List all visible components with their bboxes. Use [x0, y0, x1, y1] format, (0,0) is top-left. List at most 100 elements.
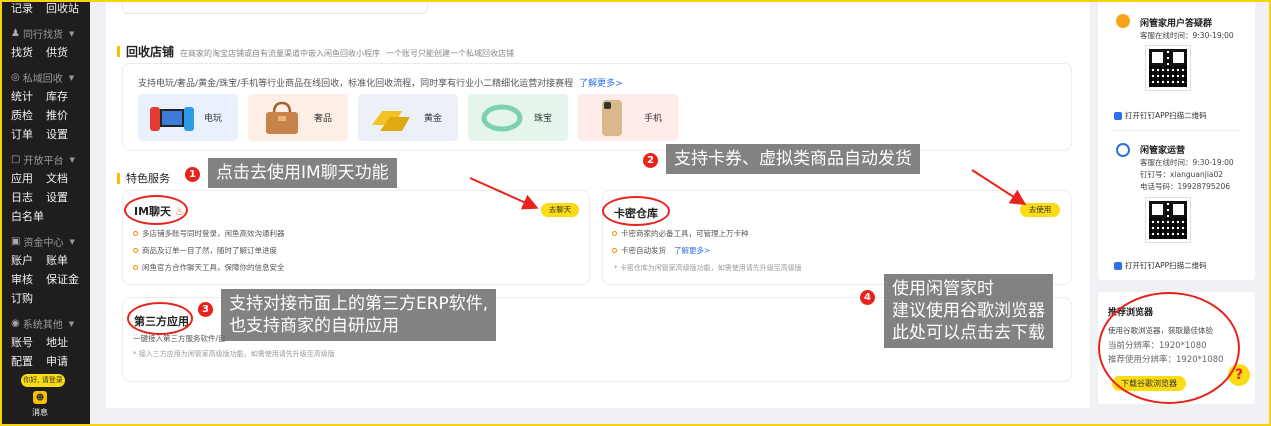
im-feature-line: 多店铺多账号同时登录，闲鱼高效沟通利器	[133, 228, 285, 239]
go-chat-button[interactable]: 去聊天	[541, 203, 579, 217]
recycle-section-subtitle: 在商家的淘宝店铺或自有流量渠道中嵌入闲鱼回收小程序	[180, 49, 381, 58]
chevron-down-icon: ▼	[68, 73, 75, 82]
category-phone[interactable]: 手机	[578, 94, 678, 141]
sidebar-section-funds[interactable]: ▣ 资金中心 ▼	[11, 234, 75, 249]
chevron-down-icon: ▼	[69, 155, 75, 164]
card-feature-line: 卡密商家的必备工具，可管理上万卡种	[612, 228, 749, 239]
category-game[interactable]: 电玩	[138, 94, 238, 141]
callout-number: 2	[643, 153, 658, 168]
sidebar-item-subscribe[interactable]: 订购	[11, 290, 33, 306]
sidebar-item-address[interactable]: 地址	[46, 334, 68, 350]
sidebar-item-stats[interactable]: 统计	[11, 88, 33, 104]
recycle-learn-more-link[interactable]: 了解更多>	[579, 79, 623, 89]
category-label: 手机	[644, 114, 663, 124]
sidebar-item-qc[interactable]: 质检	[11, 107, 33, 123]
category-label: 奢品	[314, 114, 333, 124]
highlight-ring	[602, 196, 670, 226]
features-section-header: 特色服务	[117, 170, 170, 186]
dingtalk-scan-link[interactable]: 打开钉钉APP扫描二维码	[1114, 110, 1207, 121]
support-group-title: 闲管家用户答疑群	[1140, 19, 1213, 29]
sidebar-item-recycle-bin[interactable]: 回收站	[46, 2, 79, 16]
sidebar-item-apply[interactable]: 申请	[46, 353, 68, 369]
im-feature-line: 闲鱼官方合作聊天工具，保障你的信息安全	[133, 262, 285, 273]
callout-number: 1	[185, 167, 200, 182]
login-badge[interactable]: 你好, 请登录	[21, 374, 65, 387]
operator-title: 闲管家运营	[1140, 146, 1186, 156]
callout-im-chat: 点击去使用IM聊天功能	[208, 158, 397, 188]
phone-icon	[588, 99, 636, 136]
gold-bar-icon	[368, 100, 416, 135]
go-use-button[interactable]: 去使用	[1020, 203, 1060, 217]
sidebar-item-apps[interactable]: 应用	[11, 170, 33, 186]
sidebar-item-settings[interactable]: 设置	[46, 126, 68, 142]
sidebar-item-deposit[interactable]: 保证金	[46, 271, 79, 287]
people-icon: ♟	[11, 28, 20, 39]
sidebar-item-price[interactable]: 推价	[46, 107, 68, 123]
dingtalk-scan-link[interactable]: 打开钉钉APP扫描二维码	[1114, 260, 1207, 271]
callout-number: 4	[860, 290, 875, 305]
sidebar-item-logs[interactable]: 日志	[11, 189, 33, 205]
operator-icon	[1116, 143, 1130, 157]
qr-code	[1145, 45, 1191, 91]
qr-code	[1145, 197, 1191, 243]
game-console-icon	[148, 100, 196, 135]
callout-number: 3	[198, 302, 213, 317]
sidebar-item-config[interactable]: 配置	[11, 353, 33, 369]
sidebar-item-review[interactable]: 审核	[11, 271, 33, 287]
sidebar-section-open-platform[interactable]: ▢ 开放平台 ▼	[11, 152, 75, 167]
callout-auto-delivery: 支持卡券、虚拟类商品自动发货	[666, 144, 920, 174]
category-label: 电玩	[204, 114, 223, 124]
mascot-icon[interactable]: ☻	[33, 391, 47, 404]
sidebar-section-system[interactable]: ◉ 系统其他 ▼	[11, 316, 74, 331]
third-party-note: * 接入三方应用为闲管家高级版功能，如需使用请先升级至高级版	[133, 350, 335, 358]
sidebar-item-orders[interactable]: 订单	[11, 126, 33, 142]
sidebar-item-accounts[interactable]: 账号	[11, 334, 33, 350]
sidebar-item-find[interactable]: 找货	[11, 44, 33, 60]
sidebar-item-bills[interactable]: 账单	[46, 252, 68, 268]
category-label: 黄金	[424, 114, 443, 124]
sidebar-section-private-recycle[interactable]: ◎ 私域回收 ▼	[11, 70, 74, 85]
chevron-down-icon: ▼	[69, 237, 75, 246]
sidebar-item-record[interactable]: 记录	[11, 2, 33, 16]
callout-third-party: 支持对接市面上的第三方ERP软件, 也支持商家的自研应用	[221, 289, 497, 341]
messages-label[interactable]: 消息	[32, 407, 48, 418]
callout-browser: 使用闲管家时 建议使用谷歌浏览器 此处可以点击去下载	[884, 274, 1053, 348]
sidebar-section-peer[interactable]: ♟ 同行找货 ▼	[11, 26, 74, 41]
bracelet-icon	[478, 100, 526, 135]
chat-group-icon	[1116, 14, 1130, 28]
recycle-section-title: 回收店铺	[126, 45, 175, 59]
handbag-icon	[258, 100, 306, 135]
dingtalk-icon	[1114, 111, 1122, 120]
previous-section-card	[122, 0, 428, 14]
recycle-section-header: 回收店铺 在商家的淘宝店铺或自有流量渠道中嵌入闲鱼回收小程序 一个账号只能创建一…	[117, 43, 514, 60]
recycle-description: 支持电玩/奢品/黄金/珠宝/手机等行业商品在线回收，标准化回收流程，同时享有行业…	[138, 79, 623, 89]
sidebar-item-supply[interactable]: 供货	[46, 44, 68, 60]
sidebar-item-account[interactable]: 账户	[11, 252, 33, 268]
operator-hours: 客服在线时间：9:30-19:00	[1140, 158, 1234, 167]
sidebar-item-docs[interactable]: 文档	[46, 170, 68, 186]
category-luxury[interactable]: 奢品	[248, 94, 348, 141]
highlight-ring	[127, 302, 193, 335]
platform-icon: ▢	[11, 154, 21, 165]
support-group-hours: 客服在线时间：9:30-19:00	[1140, 31, 1234, 40]
highlight-ring	[124, 195, 188, 225]
recycle-section-note: 一个账号只能创建一个私域回收店铺	[386, 49, 515, 58]
sidebar-item-stock[interactable]: 库存	[46, 88, 68, 104]
features-section-title: 特色服务	[126, 172, 170, 185]
sidebar-item-whitelist[interactable]: 白名单	[11, 208, 44, 224]
operator-dingtalk: 钉钉号：xianguanjia02	[1140, 170, 1224, 179]
chevron-down-icon: ▼	[68, 29, 75, 38]
category-gold[interactable]: 黄金	[358, 94, 458, 141]
card-feature-line: 卡密自动发货 了解更多>	[612, 245, 710, 256]
operator-phone: 电话号码：19928795206	[1140, 182, 1230, 191]
sidebar-item-platform-settings[interactable]: 设置	[46, 189, 68, 205]
sidebar: 记录 回收站 ♟ 同行找货 ▼ 找货 供货 ◎ 私域回收 ▼ 统计 库存 质检 推价 订单 设置…	[2, 2, 90, 424]
card-upgrade-note: * 卡密仓库为闲管家高级版功能，如需使用请先升级至高级版	[614, 264, 802, 272]
card-learn-more-link[interactable]: 了解更多>	[674, 245, 710, 256]
wallet-icon: ▣	[11, 236, 21, 247]
settings-icon: ◉	[11, 318, 20, 329]
dingtalk-icon	[1114, 261, 1122, 270]
category-jewelry[interactable]: 珠宝	[468, 94, 568, 141]
im-feature-line: 商品及订单一目了然，随时了解订单进度	[133, 245, 277, 256]
chevron-down-icon: ▼	[68, 319, 75, 328]
